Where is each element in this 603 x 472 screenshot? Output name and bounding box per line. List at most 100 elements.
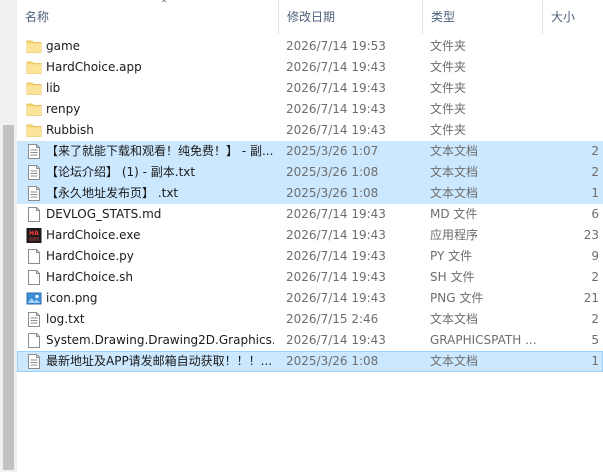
- file-modified-date: 2026/7/14 19:43: [286, 123, 386, 137]
- file-name: 最新地址及APP请发邮箱自动获取！！！...: [46, 354, 273, 368]
- file-type: 文本文档: [430, 354, 479, 368]
- file-row[interactable]: System.Drawing.Drawing2D.Graphics... 2026…: [17, 330, 603, 351]
- file-name: HardChoice.exe: [46, 228, 141, 242]
- file-name: lib: [46, 81, 61, 95]
- file-type: 文本文档: [430, 144, 479, 158]
- file-modified-date: 2026/7/14 19:43: [286, 60, 386, 74]
- file-type: GRAPHICSPATH ...: [430, 333, 537, 347]
- file-size: 2: [591, 144, 599, 158]
- exe-icon: HA: [26, 228, 42, 243]
- file-size: 2: [591, 165, 599, 179]
- file-icon: [26, 270, 42, 285]
- file-name: game: [46, 39, 81, 53]
- file-modified-date: 2026/7/14 19:43: [286, 207, 386, 221]
- file-type: 文件夹: [430, 60, 467, 74]
- file-row[interactable]: log.txt 2026/7/15 2:46 文本文档 2: [17, 309, 603, 330]
- file-name: HardChoice.app: [46, 60, 142, 74]
- file-row[interactable]: icon.png 2026/7/14 19:43 PNG 文件 21: [17, 288, 603, 309]
- folder-icon: [26, 39, 42, 54]
- file-name: DEVLOG_STATS.md: [46, 207, 162, 221]
- file-row[interactable]: HardChoice.app 2026/7/14 19:43 文件夹: [17, 57, 603, 78]
- folder-icon: [26, 81, 42, 96]
- column-header-name[interactable]: 名称: [17, 0, 279, 34]
- file-type: 应用程序: [430, 228, 479, 242]
- file-row[interactable]: Rubbish 2026/7/14 19:43 文件夹: [17, 120, 603, 141]
- column-header: ⌃ 名称 修改日期 类型 大小: [17, 0, 603, 34]
- file-type: 文本文档: [430, 312, 479, 326]
- file-row[interactable]: HA HardChoice.exe 2026/7/14 19:43 应用程序 23: [17, 225, 603, 246]
- file-row[interactable]: DEVLOG_STATS.md 2026/7/14 19:43 MD 文件 6: [17, 204, 603, 225]
- file-icon: [26, 207, 42, 222]
- file-name: Rubbish: [46, 123, 94, 137]
- folder-icon: [26, 123, 42, 138]
- file-row[interactable]: renpy 2026/7/14 19:43 文件夹: [17, 99, 603, 120]
- file-size: 1: [591, 186, 599, 200]
- file-type: PNG 文件: [430, 291, 484, 305]
- file-row[interactable]: 【论坛介绍】 (1) - 副本.txt 2025/3/26 1:08 文本文档 2: [17, 162, 603, 183]
- file-type: 文件夹: [430, 39, 467, 53]
- file-icon: [26, 333, 42, 348]
- image-icon: [26, 291, 42, 306]
- file-modified-date: 2026/7/14 19:43: [286, 81, 386, 95]
- file-modified-date: 2026/7/14 19:43: [286, 333, 386, 347]
- file-row[interactable]: HardChoice.py 2026/7/14 19:43 PY 文件 9: [17, 246, 603, 267]
- file-list: game 2026/7/14 19:53 文件夹 HardChoice.app 2026…: [17, 36, 603, 372]
- file-row[interactable]: 最新地址及APP请发邮箱自动获取！！！... 2025/3/26 1:08 文本文档…: [17, 351, 603, 372]
- file-modified-date: 2026/7/14 19:43: [286, 102, 386, 116]
- file-type: 文件夹: [430, 123, 467, 137]
- column-header-size[interactable]: 大小: [543, 0, 603, 34]
- file-modified-date: 2026/7/14 19:43: [286, 270, 386, 284]
- file-type: PY 文件: [430, 249, 473, 263]
- file-name: HardChoice.py: [46, 249, 134, 263]
- file-name: 【永久地址发布页】 .txt: [46, 186, 179, 200]
- file-row[interactable]: HardChoice.sh 2026/7/14 19:43 SH 文件 2: [17, 267, 603, 288]
- file-modified-date: 2026/7/14 19:53: [286, 39, 386, 53]
- column-header-type[interactable]: 类型: [423, 0, 543, 34]
- file-row[interactable]: 【来了就能下载和观看！纯免费！】 - 副... 2025/3/26 1:07 文本文…: [17, 141, 603, 162]
- vertical-scrollbar[interactable]: [0, 0, 17, 472]
- text-file-icon: [26, 165, 42, 180]
- file-size: 21: [583, 291, 599, 305]
- file-modified-date: 2025/3/26 1:08: [286, 165, 379, 179]
- file-modified-date: 2026/7/15 2:46: [286, 312, 379, 326]
- file-modified-date: 2025/3/26 1:07: [286, 144, 379, 158]
- file-type: MD 文件: [430, 207, 478, 221]
- exe-icon-label: HA: [29, 230, 39, 237]
- file-size: 2: [591, 312, 599, 326]
- file-name: System.Drawing.Drawing2D.Graphics...: [46, 333, 274, 347]
- folder-icon: [26, 102, 42, 117]
- file-icon: [26, 249, 42, 264]
- file-size: 6: [591, 207, 599, 221]
- file-row[interactable]: game 2026/7/14 19:53 文件夹: [17, 36, 603, 57]
- file-size: 1: [591, 354, 599, 368]
- file-name: icon.png: [46, 291, 98, 305]
- text-file-icon: [26, 354, 42, 369]
- folder-icon: [26, 60, 42, 75]
- file-modified-date: 2025/3/26 1:08: [286, 354, 379, 368]
- file-size: 2: [591, 270, 599, 284]
- text-file-icon: [26, 312, 42, 327]
- scrollbar-thumb[interactable]: [3, 125, 14, 470]
- file-modified-date: 2026/7/14 19:43: [286, 249, 386, 263]
- file-size: 23: [583, 228, 599, 242]
- file-row[interactable]: 【永久地址发布页】 .txt 2025/3/26 1:08 文本文档 1: [17, 183, 603, 204]
- file-modified-date: 2026/7/14 19:43: [286, 228, 386, 242]
- column-header-modified[interactable]: 修改日期: [279, 0, 423, 34]
- file-modified-date: 2026/7/14 19:43: [286, 291, 386, 305]
- file-modified-date: 2025/3/26 1:08: [286, 186, 379, 200]
- file-type: SH 文件: [430, 270, 475, 284]
- file-type: 文件夹: [430, 102, 467, 116]
- file-name: renpy: [46, 102, 81, 116]
- file-size: 9: [591, 249, 599, 263]
- text-file-icon: [26, 144, 42, 159]
- file-name: 【论坛介绍】 (1) - 副本.txt: [46, 165, 196, 179]
- file-size: 5: [591, 333, 599, 347]
- file-name: HardChoice.sh: [46, 270, 134, 284]
- file-row[interactable]: lib 2026/7/14 19:43 文件夹: [17, 78, 603, 99]
- file-type: 文本文档: [430, 165, 479, 179]
- text-file-icon: [26, 186, 42, 201]
- file-name: log.txt: [46, 312, 85, 326]
- file-name: 【来了就能下载和观看！纯免费！】 - 副...: [46, 144, 274, 158]
- file-type: 文件夹: [430, 81, 467, 95]
- file-type: 文本文档: [430, 186, 479, 200]
